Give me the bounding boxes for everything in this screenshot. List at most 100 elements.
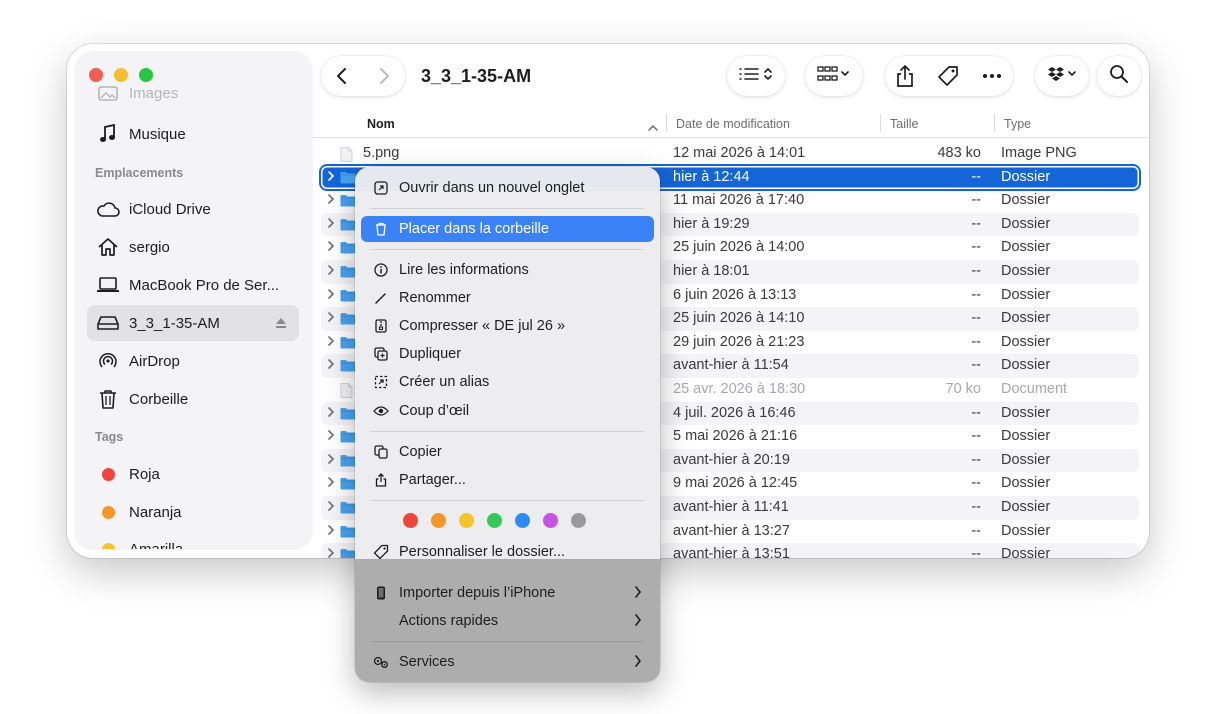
menu-item-label: Placer dans la corbeille [399, 221, 549, 237]
menu-item-make-alias[interactable]: Créer un alias [361, 369, 654, 395]
sidebar-item-trash[interactable]: Corbeille [87, 381, 299, 417]
disclosure-chevron-icon[interactable] [327, 547, 335, 558]
more-icon[interactable] [982, 73, 1002, 79]
close-window-button[interactable] [89, 68, 103, 82]
tag-color-option[interactable] [571, 513, 586, 528]
zoom-window-button[interactable] [139, 68, 153, 82]
menu-item-quick-look[interactable]: Coup d’œil [361, 398, 654, 424]
tag-color-dot [95, 538, 121, 549]
disclosure-chevron-icon[interactable] [327, 476, 335, 492]
tag-color-option[interactable] [515, 513, 530, 528]
file-size: -- [971, 239, 981, 256]
file-size: -- [971, 451, 981, 468]
search-icon [1109, 64, 1129, 89]
disclosure-chevron-icon[interactable] [327, 453, 335, 469]
window-title: 3_3_1-35-AM [421, 66, 532, 86]
tag-color-option[interactable] [431, 513, 446, 528]
sidebar-tag-yellow[interactable]: Amarilla [87, 531, 299, 549]
column-header-name[interactable]: Nom [367, 112, 395, 136]
menu-separator [371, 249, 644, 250]
chevron-right-icon [634, 613, 642, 631]
eye-icon [373, 403, 389, 419]
view-options-button[interactable] [727, 56, 785, 96]
menu-separator [371, 431, 644, 432]
file-type: Dossier [1001, 262, 1051, 279]
menu-item-import-iphone[interactable]: Importer depuis l’iPhone [361, 580, 654, 606]
menu-item-services[interactable]: Services [361, 649, 654, 675]
file-date: avant-hier à 20:19 [673, 451, 790, 468]
disclosure-chevron-icon[interactable] [327, 406, 335, 422]
disclosure-chevron-icon[interactable] [327, 500, 335, 516]
file-size: -- [971, 498, 981, 515]
disclosure-chevron-icon[interactable] [327, 335, 335, 351]
tag-icon[interactable] [937, 65, 959, 87]
menu-item-rename[interactable]: Renommer [361, 285, 654, 311]
share-icon[interactable] [896, 65, 914, 87]
sidebar-item-home[interactable]: sergio [87, 229, 299, 265]
sidebar-tag-red[interactable]: Roja [87, 456, 299, 492]
disclosure-chevron-icon[interactable] [327, 217, 335, 233]
column-separator[interactable] [880, 114, 881, 132]
sidebar-tag-orange[interactable]: Naranja [87, 494, 299, 530]
sidebar-item-airdrop[interactable]: AirDrop [87, 343, 299, 379]
disclosure-chevron-icon[interactable] [327, 311, 335, 327]
actions-group [885, 56, 1013, 96]
context-menu: Ouvrir dans un nouvel onglet Placer dans… [355, 167, 660, 682]
tag-color-option[interactable] [543, 513, 558, 528]
menu-item-copy[interactable]: Copier [361, 439, 654, 465]
file-size: -- [971, 357, 981, 374]
menu-item-move-to-trash[interactable]: Placer dans la corbeille [361, 216, 654, 242]
menu-item-compress[interactable]: Compresser « DE jul 26 » [361, 313, 654, 339]
disclosure-chevron-icon[interactable] [327, 358, 335, 374]
menu-item-share[interactable]: Partager... [361, 467, 654, 493]
file-type: Dossier [1001, 333, 1051, 350]
sidebar-item-drive[interactable]: 3_3_1-35-AM [87, 305, 299, 341]
cloud-icon [95, 198, 121, 220]
disclosure-chevron-icon[interactable] [327, 264, 335, 280]
menu-item-label: Coup d’œil [399, 403, 470, 419]
menu-item-duplicate[interactable]: Dupliquer [361, 341, 654, 367]
disclosure-chevron-icon[interactable] [327, 288, 335, 304]
column-header-date[interactable]: Date de modification [676, 112, 790, 136]
folder-icon [340, 336, 356, 353]
search-button[interactable] [1097, 56, 1141, 96]
minimize-window-button[interactable] [114, 68, 128, 82]
file-type: Dossier [1001, 310, 1051, 327]
menu-item-get-info[interactable]: Lire les informations [361, 257, 654, 283]
folder-icon [340, 407, 356, 424]
copy-icon [373, 444, 389, 460]
file-date: 4 juil. 2026 à 16:46 [673, 404, 796, 421]
table-row[interactable]: 5.png 12 mai 2026 à 14:01 483 ko Image PNG [321, 142, 1139, 166]
menu-item-quick-actions[interactable]: Actions rapides [361, 608, 654, 634]
tag-color-option[interactable] [459, 513, 474, 528]
tag-color-option[interactable] [403, 513, 418, 528]
file-type: Document [1001, 380, 1068, 397]
column-header-type[interactable]: Type [1004, 112, 1031, 136]
folder-icon [340, 477, 356, 494]
group-options-button[interactable] [805, 56, 863, 96]
menu-item-label: Ouvrir dans un nouvel onglet [399, 180, 585, 196]
column-separator[interactable] [994, 114, 995, 132]
sidebar-item-macbook[interactable]: MacBook Pro de Ser... [87, 267, 299, 303]
disclosure-chevron-icon[interactable] [327, 429, 335, 445]
back-button[interactable] [335, 67, 349, 85]
disclosure-chevron-icon[interactable] [327, 170, 335, 186]
menu-item-label: Importer depuis l’iPhone [399, 585, 556, 601]
file-type: Dossier [1001, 498, 1051, 515]
forward-button[interactable] [377, 67, 391, 85]
sidebar-item-label: Amarilla [129, 540, 184, 550]
tag-color-option[interactable] [487, 513, 502, 528]
disclosure-chevron-icon[interactable] [327, 524, 335, 540]
eject-icon[interactable] [275, 316, 287, 333]
disclosure-chevron-icon[interactable] [327, 240, 335, 256]
disclosure-chevron-icon[interactable] [327, 193, 335, 209]
sidebar-item-icloud[interactable]: iCloud Drive [87, 191, 299, 227]
menu-item-label: Services [399, 654, 455, 670]
menu-item-open-new-tab[interactable]: Ouvrir dans un nouvel onglet [361, 175, 654, 201]
dropbox-button[interactable] [1035, 56, 1089, 96]
column-separator[interactable] [666, 114, 667, 132]
sidebar-item-music[interactable]: Musique [87, 116, 299, 152]
menu-item-customize-folder[interactable]: Personnaliser le dossier... [361, 539, 654, 565]
file-date: 12 mai 2026 à 14:01 [673, 145, 806, 161]
column-header-size[interactable]: Taille [890, 112, 919, 136]
